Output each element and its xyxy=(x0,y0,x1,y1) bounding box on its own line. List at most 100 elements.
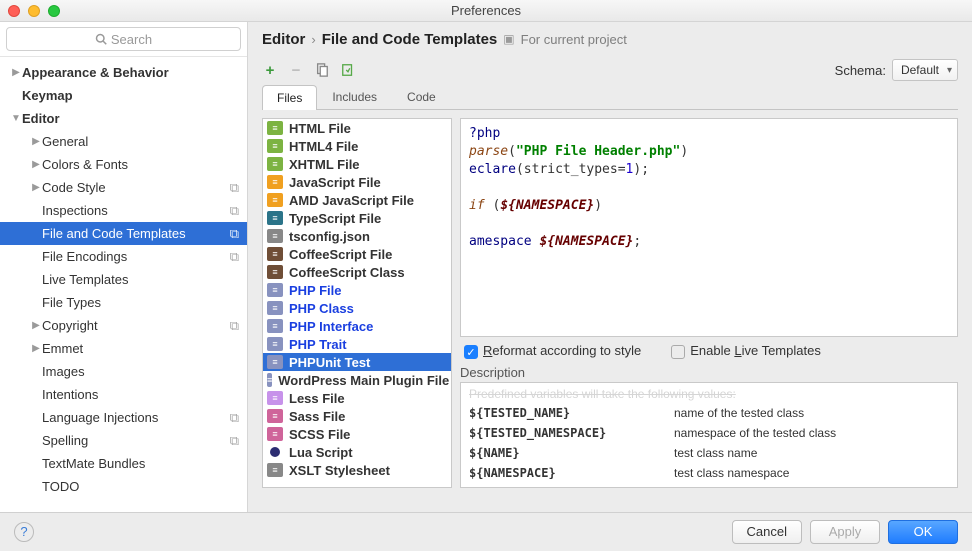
minimize-icon[interactable] xyxy=(28,5,40,17)
schema-label: Schema: xyxy=(835,63,886,78)
window-controls xyxy=(8,5,60,17)
template-html4-file[interactable]: ≡HTML4 File xyxy=(263,137,451,155)
file-type-icon: ≡ xyxy=(267,211,283,225)
copy-icon[interactable] xyxy=(314,62,330,78)
sidebar-item-todo[interactable]: TODO xyxy=(0,475,247,498)
sidebar-item-emmet[interactable]: ▶Emmet xyxy=(0,337,247,360)
variable-row: ${TESTED_NAME}name of the tested class xyxy=(461,403,957,423)
template-xslt-stylesheet[interactable]: ≡XSLT Stylesheet xyxy=(263,461,451,479)
sidebar-item-file-encodings[interactable]: File Encodings⧉ xyxy=(0,245,247,268)
file-type-icon: ≡ xyxy=(267,139,283,153)
sidebar-item-intentions[interactable]: Intentions xyxy=(0,383,247,406)
search-placeholder: Search xyxy=(111,32,152,47)
template-html-file[interactable]: ≡HTML File xyxy=(263,119,451,137)
template-php-interface[interactable]: ≡PHP Interface xyxy=(263,317,451,335)
apply-button[interactable]: Apply xyxy=(810,520,880,544)
file-type-icon: ≡ xyxy=(267,463,283,477)
template-xhtml-file[interactable]: ≡XHTML File xyxy=(263,155,451,173)
file-type-icon: ≡ xyxy=(267,427,283,441)
sidebar-item-spelling[interactable]: Spelling⧉ xyxy=(0,429,247,452)
template-coffeescript-class[interactable]: ≡CoffeeScript Class xyxy=(263,263,451,281)
sidebar: Search ▶Appearance & BehaviorKeymap▼Edit… xyxy=(0,22,248,512)
zoom-icon[interactable] xyxy=(48,5,60,17)
project-icon: ⧉ xyxy=(230,226,239,242)
template-sass-file[interactable]: ≡Sass File xyxy=(263,407,451,425)
template-php-file[interactable]: ≡PHP File xyxy=(263,281,451,299)
sidebar-item-colors-fonts[interactable]: ▶Colors & Fonts xyxy=(0,153,247,176)
project-icon: ⧉ xyxy=(230,203,239,219)
sidebar-item-general[interactable]: ▶General xyxy=(0,130,247,153)
dialog-buttons: ? Cancel Apply OK xyxy=(0,512,972,550)
file-type-icon: ≡ xyxy=(267,319,283,333)
sidebar-item-file-and-code-templates[interactable]: File and Code Templates⧉ xyxy=(0,222,247,245)
file-type-icon: ≡ xyxy=(267,337,283,351)
tab-code[interactable]: Code xyxy=(392,84,451,109)
chevron-right-icon: › xyxy=(311,32,315,47)
template-typescript-file[interactable]: ≡TypeScript File xyxy=(263,209,451,227)
template-amd-javascript-file[interactable]: ≡AMD JavaScript File xyxy=(263,191,451,209)
checkbox-unchecked-icon xyxy=(671,345,685,359)
project-icon: ⧉ xyxy=(230,410,239,426)
file-type-icon: ≡ xyxy=(267,283,283,297)
template-toolbar: + − Schema: Default xyxy=(248,56,972,84)
refresh-icon[interactable] xyxy=(340,62,356,78)
template-coffeescript-file[interactable]: ≡CoffeeScript File xyxy=(263,245,451,263)
sidebar-item-file-types[interactable]: File Types xyxy=(0,291,247,314)
close-icon[interactable] xyxy=(8,5,20,17)
sidebar-item-language-injections[interactable]: Language Injections⧉ xyxy=(0,406,247,429)
sidebar-item-editor[interactable]: ▼Editor xyxy=(0,107,247,130)
file-type-icon: ≡ xyxy=(267,157,283,171)
template-php-class[interactable]: ≡PHP Class xyxy=(263,299,451,317)
remove-icon[interactable]: − xyxy=(288,62,304,78)
template-tsconfig-json[interactable]: ≡tsconfig.json xyxy=(263,227,451,245)
template-scss-file[interactable]: ≡SCSS File xyxy=(263,425,451,443)
template-less-file[interactable]: ≡Less File xyxy=(263,389,451,407)
help-button[interactable]: ? xyxy=(14,522,34,542)
file-type-icon: ≡ xyxy=(267,265,283,279)
sidebar-item-code-style[interactable]: ▶Code Style⧉ xyxy=(0,176,247,199)
sidebar-item-appearance-behavior[interactable]: ▶Appearance & Behavior xyxy=(0,61,247,84)
preferences-tree: ▶Appearance & BehaviorKeymap▼Editor▶Gene… xyxy=(0,57,247,512)
window-title: Preferences xyxy=(451,3,521,18)
project-icon: ⧉ xyxy=(230,318,239,334)
template-javascript-file[interactable]: ≡JavaScript File xyxy=(263,173,451,191)
titlebar: Preferences xyxy=(0,0,972,22)
template-tabs: FilesIncludesCode xyxy=(262,84,958,110)
breadcrumb: Editor › File and Code Templates ▣ For c… xyxy=(248,22,972,56)
ok-button[interactable]: OK xyxy=(888,520,958,544)
template-editor[interactable]: ?php parse("PHP File Header.php") eclare… xyxy=(460,118,958,337)
template-list[interactable]: ≡HTML File≡HTML4 File≡XHTML File≡JavaScr… xyxy=(262,118,452,488)
search-icon xyxy=(95,33,107,45)
file-type-icon: ≡ xyxy=(267,355,283,369)
live-templates-checkbox[interactable]: Enable Live Templates xyxy=(671,343,821,359)
file-type-icon: ≡ xyxy=(267,193,283,207)
project-scope-label: For current project xyxy=(521,32,627,47)
schema-select[interactable]: Default xyxy=(892,59,958,81)
file-type-icon: ≡ xyxy=(267,301,283,315)
sidebar-item-inspections[interactable]: Inspections⧉ xyxy=(0,199,247,222)
sidebar-item-textmate-bundles[interactable]: TextMate Bundles xyxy=(0,452,247,475)
main-panel: Editor › File and Code Templates ▣ For c… xyxy=(248,22,972,512)
sidebar-item-keymap[interactable]: Keymap xyxy=(0,84,247,107)
file-type-icon xyxy=(267,445,283,459)
search-input[interactable]: Search xyxy=(6,27,241,51)
template-php-trait[interactable]: ≡PHP Trait xyxy=(263,335,451,353)
tab-files[interactable]: Files xyxy=(262,85,317,110)
sidebar-item-live-templates[interactable]: Live Templates xyxy=(0,268,247,291)
sidebar-item-images[interactable]: Images xyxy=(0,360,247,383)
file-type-icon: ≡ xyxy=(267,409,283,423)
tab-includes[interactable]: Includes xyxy=(317,84,392,109)
sidebar-item-copyright[interactable]: ▶Copyright⧉ xyxy=(0,314,247,337)
template-wordpress-main-plugin-file[interactable]: ≡WordPress Main Plugin File xyxy=(263,371,451,389)
template-phpunit-test[interactable]: ≡PHPUnit Test xyxy=(263,353,451,371)
file-type-icon: ≡ xyxy=(267,175,283,189)
project-icon: ⧉ xyxy=(230,180,239,196)
cancel-button[interactable]: Cancel xyxy=(732,520,802,544)
variable-row: ${NAMESPACE}test class namespace xyxy=(461,463,957,483)
project-icon: ⧉ xyxy=(230,249,239,265)
template-lua-script[interactable]: Lua Script xyxy=(263,443,451,461)
add-icon[interactable]: + xyxy=(262,62,278,78)
reformat-checkbox[interactable]: ✓Reformat according to style xyxy=(464,343,641,359)
file-type-icon: ≡ xyxy=(267,121,283,135)
file-type-icon: ≡ xyxy=(267,229,283,243)
